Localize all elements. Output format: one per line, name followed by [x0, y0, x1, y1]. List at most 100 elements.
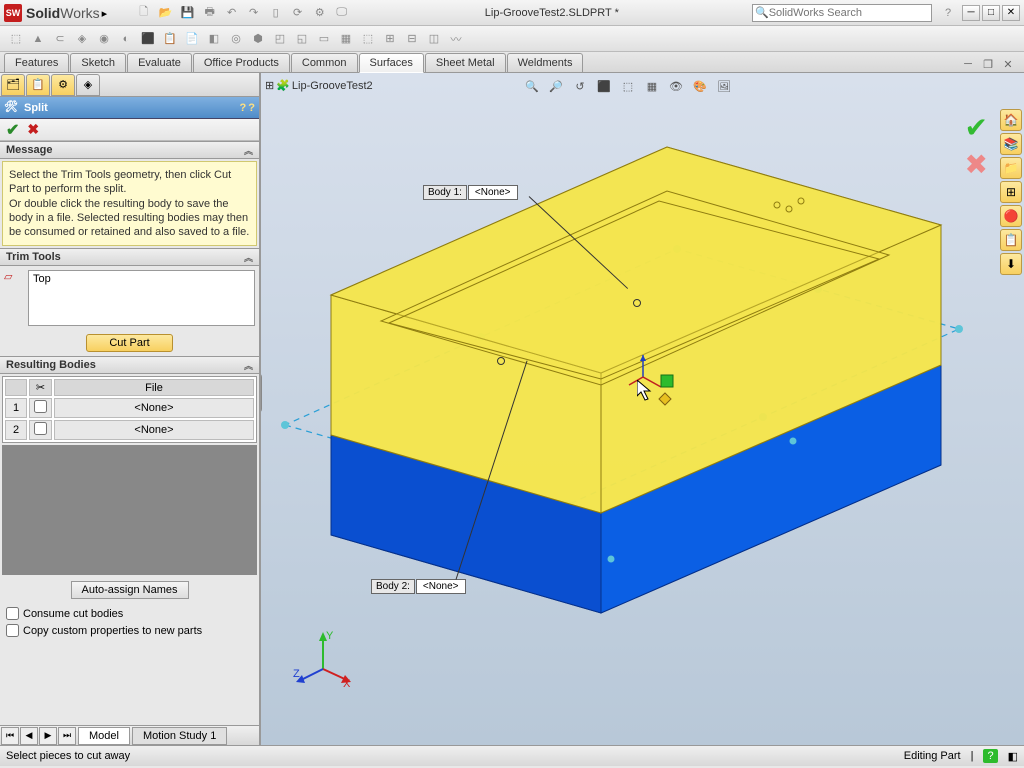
nav-prev-icon[interactable]: ◀: [20, 727, 38, 745]
app-menu-dropdown[interactable]: ▸: [102, 7, 114, 19]
tool-icon[interactable]: ◈: [72, 29, 92, 49]
tool-icon[interactable]: ⊂: [50, 29, 70, 49]
message-section-header[interactable]: Message ︽: [0, 141, 259, 159]
trim-tools-header[interactable]: Trim Tools ︽: [0, 248, 259, 266]
tool-icon[interactable]: ◫: [424, 29, 444, 49]
tool-icon[interactable]: ⊟: [402, 29, 422, 49]
tool-icon[interactable]: ◉: [94, 29, 114, 49]
tab-evaluate[interactable]: Evaluate: [127, 53, 192, 72]
status-customize-icon[interactable]: ◧: [1008, 750, 1018, 763]
rebuild-icon[interactable]: ⟳: [288, 3, 308, 23]
body-2-callout[interactable]: Body 2: <None>: [371, 579, 466, 594]
tool-icon[interactable]: ◰: [270, 29, 290, 49]
nav-last-icon[interactable]: ⏭: [58, 727, 76, 745]
expand-icon[interactable]: ⊞: [265, 79, 274, 92]
orientation-triad[interactable]: Y X Z: [293, 629, 353, 689]
tab-surfaces[interactable]: Surfaces: [359, 53, 424, 73]
close-button[interactable]: ✕: [1002, 5, 1020, 21]
table-row[interactable]: 1 <None>: [5, 398, 254, 418]
prev-view-icon[interactable]: ↺: [569, 75, 591, 97]
new-icon[interactable]: 🗋: [134, 3, 154, 23]
tool-icon[interactable]: ⬢: [248, 29, 268, 49]
nav-first-icon[interactable]: ⏮: [1, 727, 19, 745]
help-icon[interactable]: ?: [938, 3, 958, 23]
flyout-tree[interactable]: ⊞ 🧩 Lip-GrooveTest2: [265, 79, 373, 92]
tool-icon[interactable]: ◧: [204, 29, 224, 49]
scene-icon[interactable]: 🖼: [713, 75, 735, 97]
body-1-callout[interactable]: Body 1: <None>: [423, 185, 518, 200]
consume-checkbox[interactable]: [6, 607, 19, 620]
table-row[interactable]: 2 <None>: [5, 420, 254, 440]
print-icon[interactable]: 🖶: [200, 3, 220, 23]
tool-icon[interactable]: ▭: [314, 29, 334, 49]
tool-icon[interactable]: ⊞: [380, 29, 400, 49]
tool-icon[interactable]: ◎: [226, 29, 246, 49]
select-icon[interactable]: ▯: [266, 3, 286, 23]
pin-icon[interactable]: ?: [240, 102, 247, 114]
trim-item[interactable]: Top: [33, 273, 250, 285]
status-help-icon[interactable]: ?: [983, 749, 997, 763]
tab-sheet-metal[interactable]: Sheet Metal: [425, 53, 506, 72]
graphics-viewport[interactable]: ⊞ 🧩 Lip-GrooveTest2 🔍 🔎 ↺ ⬛ ⬚ ▦ 👁 🎨 🖼 ✔ …: [261, 73, 1024, 745]
zoom-fit-icon[interactable]: 🔍: [521, 75, 543, 97]
row-file[interactable]: <None>: [54, 420, 254, 440]
minimize-button[interactable]: ─: [962, 5, 980, 21]
copy-props-row[interactable]: Copy custom properties to new parts: [0, 622, 259, 639]
screen-icon[interactable]: 🖵: [332, 3, 352, 23]
trim-selection-list[interactable]: Top: [28, 270, 255, 326]
undo-icon[interactable]: ↶: [222, 3, 242, 23]
tab-weldments[interactable]: Weldments: [507, 53, 584, 72]
tab-features[interactable]: Features: [4, 53, 69, 72]
tab-office-products[interactable]: Office Products: [193, 53, 290, 72]
resources-icon[interactable]: 🏠: [1000, 109, 1022, 131]
view-palette-icon[interactable]: ⊞: [1000, 181, 1022, 203]
motion-study-tab[interactable]: Motion Study 1: [132, 727, 227, 745]
tool-icon[interactable]: 〰: [446, 29, 466, 49]
body-1-value[interactable]: <None>: [468, 185, 518, 200]
display-style-icon[interactable]: ▦: [641, 75, 663, 97]
hide-show-icon[interactable]: 👁: [665, 75, 687, 97]
tool-icon[interactable]: ▦: [336, 29, 356, 49]
confirm-cancel-icon[interactable]: ✖: [965, 148, 988, 181]
tool-icon[interactable]: ⬚: [6, 29, 26, 49]
search-box[interactable]: 🔍: [752, 4, 932, 22]
tool-icon[interactable]: ⬛: [138, 29, 158, 49]
tab-common[interactable]: Common: [291, 53, 358, 72]
collapse-icon[interactable]: ︽: [244, 144, 253, 157]
open-icon[interactable]: 📂: [156, 3, 176, 23]
ok-button[interactable]: ✔: [6, 120, 19, 140]
configuration-manager-tab[interactable]: ⚙: [51, 74, 75, 96]
appearance-icon[interactable]: 🎨: [689, 75, 711, 97]
doc-restore-icon[interactable]: ❐: [980, 56, 996, 72]
tool-icon[interactable]: ◐: [116, 29, 136, 49]
row-file[interactable]: <None>: [54, 398, 254, 418]
redo-icon[interactable]: ↷: [244, 3, 264, 23]
tool-icon[interactable]: 📄: [182, 29, 202, 49]
tool-icon[interactable]: ▲: [28, 29, 48, 49]
model-tab[interactable]: Model: [78, 727, 130, 745]
row-checkbox[interactable]: [29, 420, 52, 440]
file-explorer-icon[interactable]: 📁: [1000, 157, 1022, 179]
view-orient-icon[interactable]: ⬚: [617, 75, 639, 97]
zoom-area-icon[interactable]: 🔎: [545, 75, 567, 97]
confirm-ok-icon[interactable]: ✔: [965, 111, 988, 144]
row-checkbox[interactable]: [29, 398, 52, 418]
maximize-button[interactable]: □: [982, 5, 1000, 21]
appearances-icon[interactable]: 🔴: [1000, 205, 1022, 227]
tab-sketch[interactable]: Sketch: [70, 53, 126, 72]
doc-close-icon[interactable]: ✕: [1000, 56, 1016, 72]
nav-next-icon[interactable]: ▶: [39, 727, 57, 745]
panel-expand-handle[interactable]: [261, 373, 262, 413]
more-icon[interactable]: ⬇: [1000, 253, 1022, 275]
resulting-bodies-header[interactable]: Resulting Bodies ︽: [0, 356, 259, 374]
property-manager-tab[interactable]: 📋: [26, 74, 50, 96]
doc-minimize-icon[interactable]: ─: [960, 56, 976, 72]
tool-icon[interactable]: ◱: [292, 29, 312, 49]
search-input[interactable]: [769, 7, 929, 19]
collapse-icon[interactable]: ︽: [244, 359, 253, 372]
help-icon[interactable]: ?: [248, 102, 255, 114]
feature-manager-tab[interactable]: 🗂: [1, 74, 25, 96]
dimxpert-manager-tab[interactable]: ◈: [76, 74, 100, 96]
auto-assign-button[interactable]: Auto-assign Names: [71, 581, 189, 599]
design-library-icon[interactable]: 📚: [1000, 133, 1022, 155]
